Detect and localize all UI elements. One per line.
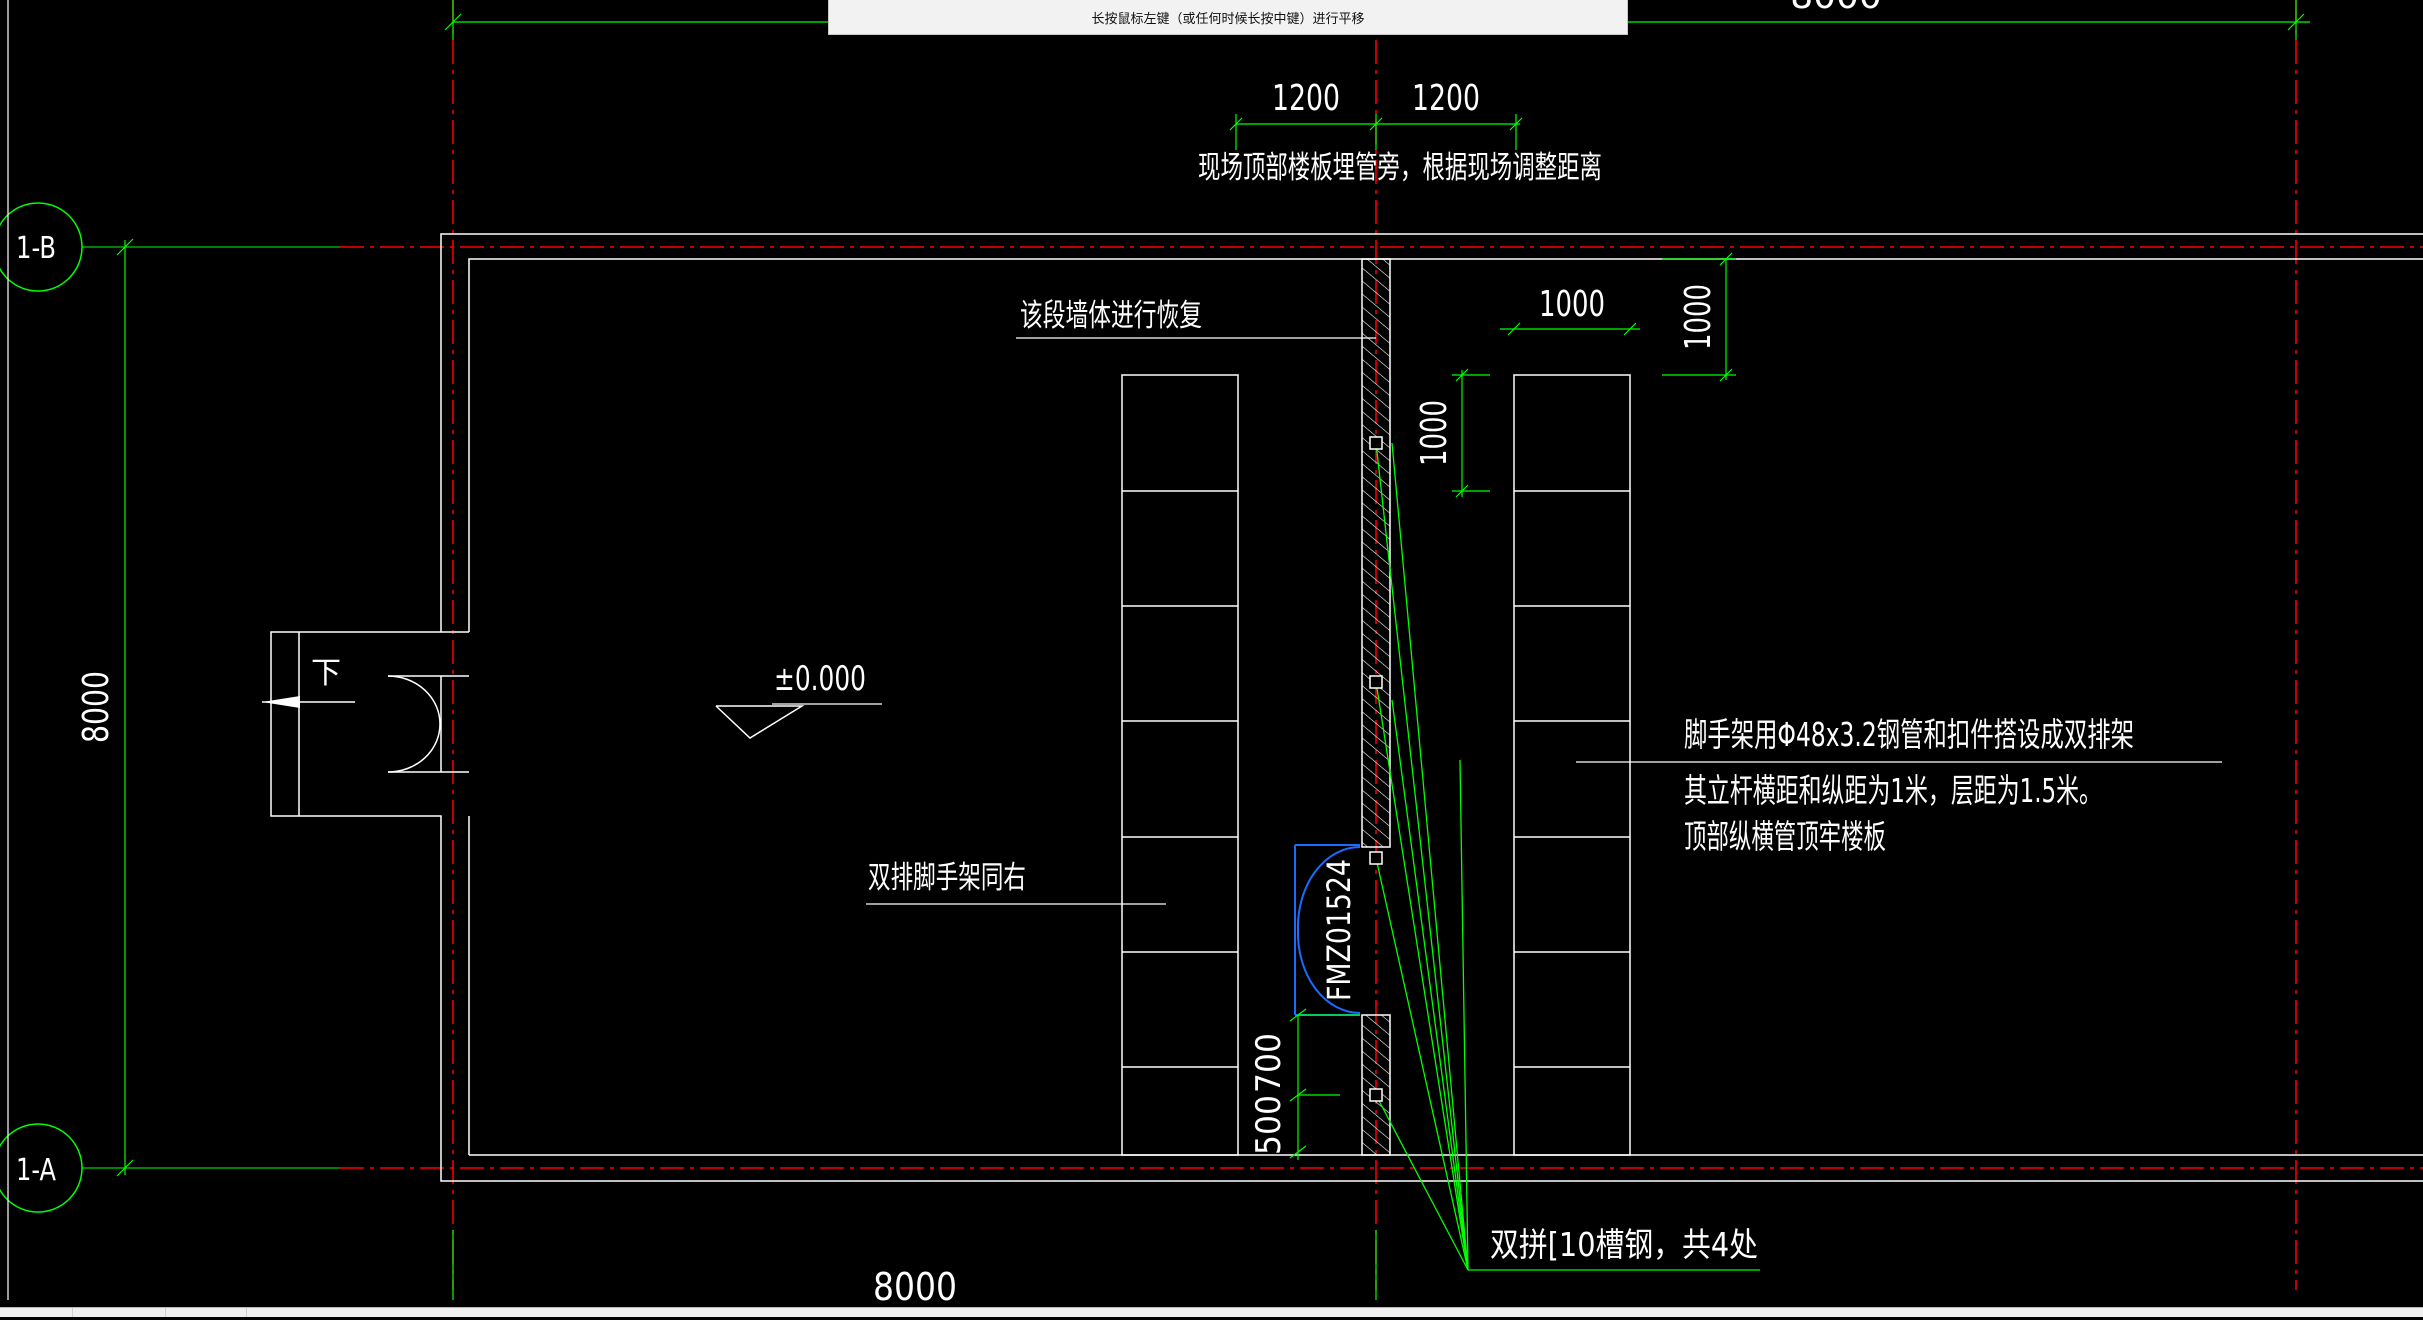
channel-steel-marker[interactable] [1369,675,1383,689]
axis-bubble-1b[interactable]: 1-B [0,202,340,292]
pan-hint-bar: 长按鼠标左键（或任何时候长按中键）进行平移 [828,0,1628,35]
elevation-marker [715,703,882,739]
dim-1200-left: 1200 [1272,78,1340,119]
entrance-door[interactable] [387,675,442,773]
wall-restore-text: 该段墙体进行恢复 [1020,298,1202,334]
door-dimension [1289,1008,1360,1160]
building-outline [270,233,2423,1182]
dim-scaffold-gap: 1000 [1414,400,1455,466]
cad-drawing-svg[interactable]: 1-B 1-A 8000 1200 1200 现场顶部楼板埋管旁，根据现场调整距… [0,0,2423,1316]
scaffold-spec-line1: 脚手架用Φ48x3.2钢管和扣件搭设成双排架 [1684,715,2134,754]
bottom-width-label: 8000 [873,1265,957,1309]
axis-label-1b: 1-B [16,231,56,266]
scaffold-spec-line2: 其立杆横距和纵距为1米，层距为1.5米。 [1684,771,2102,810]
left-scaffold[interactable] [1121,374,1239,1156]
inner-door-tag: FMZ01524 [1320,859,1358,1001]
dim-scaffold-width: 1000 [1539,284,1605,325]
axis-label-1a: 1-A [16,1153,56,1188]
cad-drawing-canvas[interactable]: 1-B 1-A 8000 1200 1200 现场顶部楼板埋管旁，根据现场调整距… [0,0,2423,1316]
channel-steel-marker[interactable] [1369,851,1383,865]
axis-bubble-1a[interactable]: 1-A [0,1123,340,1213]
left-height-label: 8000 [76,671,117,743]
pan-hint-text: 长按鼠标左键（或任何时候长按中键）进行平移 [1091,11,1365,27]
channel-steel-leaders [1375,442,1760,1271]
pipe-dimension [1229,114,1523,150]
dim-700: 700 [1249,1033,1289,1093]
top-dimension-label: 8000 [1790,0,1882,17]
left-dimension [116,238,134,1177]
left-scaffold-text: 双排脚手架同右 [868,860,1026,896]
elevation-label: ±0.000 [774,659,866,699]
channel-steel-text: 双拼[10槽钢，共4处 [1490,1225,1758,1264]
stair-down-label: 下 [311,656,341,691]
right-scaffold[interactable] [1513,374,1631,1156]
stair-down-arrow: 下 [262,656,355,708]
dim-1200-right: 1200 [1412,78,1480,119]
channel-steel-marker[interactable] [1369,1088,1383,1102]
pipe-note-text: 现场顶部楼板埋管旁，根据现场调整距离 [1198,150,1602,186]
channel-steel-marker[interactable] [1369,436,1383,450]
dim-500: 500 [1249,1095,1289,1155]
dim-scaffold-offset: 1000 [1678,284,1719,350]
scaffold-spec-line3: 顶部纵横管顶牢楼板 [1684,817,1886,856]
hatched-wall[interactable] [1361,258,1391,1156]
